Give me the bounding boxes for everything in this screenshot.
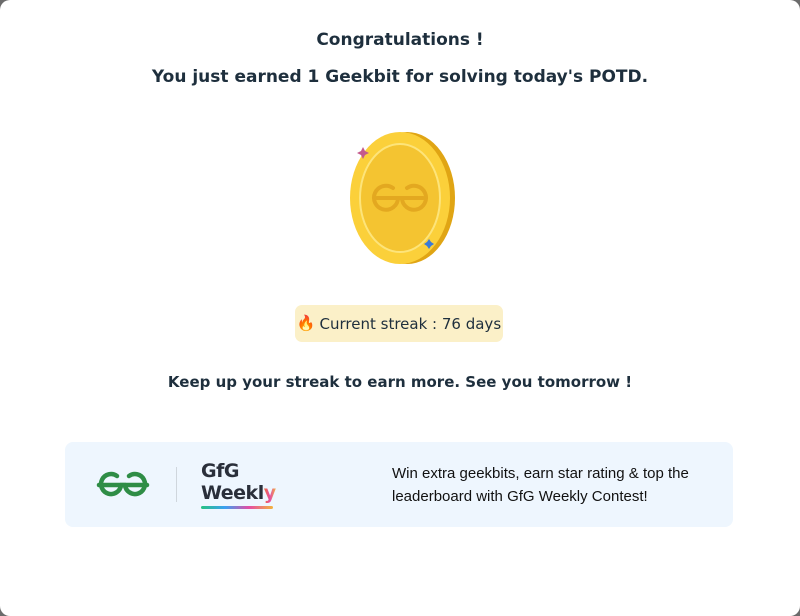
geekbit-coin-icon xyxy=(340,128,460,268)
gfg-weekly-banner[interactable]: GfG Weekly Win extra geekbits, earn star… xyxy=(65,442,733,527)
weekly-logo-accent: y xyxy=(263,482,276,504)
weekly-logo-line2: Weekly xyxy=(201,482,279,504)
modal-subtitle: You just earned 1 Geekbit for solving to… xyxy=(151,67,649,87)
streak-message: Keep up your streak to earn more. See yo… xyxy=(167,373,633,391)
gfg-weekly-logo: GfG Weekly xyxy=(201,460,279,510)
congratulations-modal: Congratulations ! You just earned 1 Geek… xyxy=(0,0,800,616)
gfg-logo-icon xyxy=(95,470,151,500)
current-streak-badge: 🔥 Current streak : 76 days xyxy=(295,305,503,342)
weekly-logo-main: Weekl xyxy=(201,482,264,504)
banner-divider xyxy=(176,467,177,502)
fire-icon: 🔥 xyxy=(296,314,316,332)
weekly-logo-line1: GfG xyxy=(201,460,239,482)
streak-label: Current streak : 76 days xyxy=(319,314,502,333)
weekly-logo-underline xyxy=(201,506,273,509)
banner-text: Win extra geekbits, earn star rating & t… xyxy=(392,465,689,505)
modal-title: Congratulations ! xyxy=(316,30,484,50)
